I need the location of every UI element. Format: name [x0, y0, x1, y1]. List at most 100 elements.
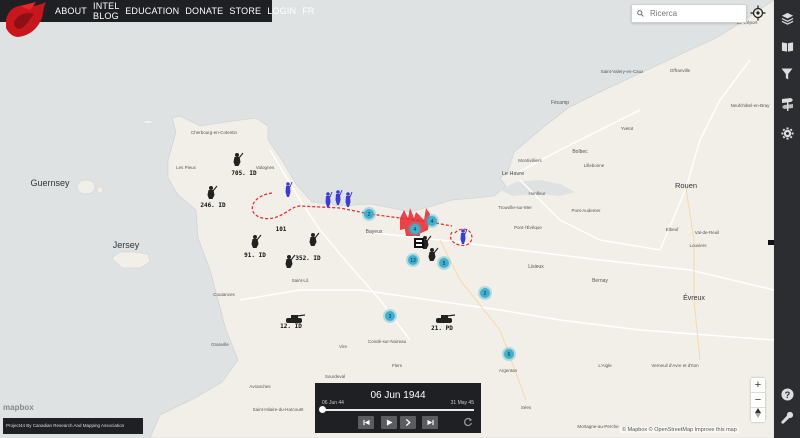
cluster-marker[interactable]: 2 — [362, 207, 376, 221]
place-label: Pont-l'Évêque — [514, 224, 542, 230]
cluster-marker[interactable]: 5 — [437, 256, 451, 270]
place-label: Saint-Hilaire-du-Harcouët — [253, 407, 305, 412]
nav-item-language-fr[interactable]: FR — [299, 6, 317, 16]
place-label: Le Havre — [502, 171, 524, 177]
nav-item-donate[interactable]: DONATE — [182, 6, 226, 16]
cluster-marker[interactable]: 13 — [406, 253, 420, 267]
timeline-end-date: 31 May 45 — [450, 400, 474, 406]
zoom-in-button[interactable]: + — [751, 378, 765, 393]
unit-label[interactable]: 246. ID — [200, 202, 226, 209]
geolocate-icon[interactable] — [750, 5, 766, 21]
place-label: Trouville-sur-Mer — [498, 205, 532, 210]
place-label: Granville — [211, 342, 229, 347]
step-forward-button[interactable] — [400, 416, 416, 429]
place-label: Lillebonne — [584, 163, 605, 168]
place-label: Neufchâtel-en-Bray — [731, 103, 771, 108]
unit-label[interactable]: 705. ID — [231, 170, 257, 177]
place-label: Les Pieux — [176, 165, 197, 170]
cluster-marker[interactable]: 4 — [425, 214, 439, 228]
wrench-icon — [780, 411, 793, 424]
place-label: Flers — [392, 363, 403, 368]
place-label: Offranville — [670, 68, 691, 73]
search-icon — [637, 10, 644, 17]
zoom-controls: + − — [751, 378, 765, 422]
nav-item-education[interactable]: EDUCATION — [122, 6, 182, 16]
svg-text:?: ? — [784, 389, 790, 399]
right-toolbar: ? — [774, 0, 800, 438]
cluster-marker[interactable]: 2 — [478, 286, 492, 300]
hq-icon[interactable] — [414, 238, 424, 248]
island-alderney — [142, 119, 154, 125]
site-logo[interactable] — [0, 0, 50, 40]
cluster-count: 6 — [508, 352, 511, 358]
cluster-marker[interactable]: 6 — [502, 347, 516, 361]
cluster-marker[interactable]: 4 — [408, 222, 422, 236]
cluster-count: 13 — [410, 258, 416, 264]
place-label: Yvetot — [621, 126, 634, 131]
nav-menu: ABOUT INTEL BLOG EDUCATION DONATE STORE … — [52, 0, 318, 22]
place-label: Vire — [339, 344, 347, 349]
timeline-track[interactable] — [322, 409, 474, 411]
place-label: Sées — [521, 405, 532, 410]
place-label: Verneuil d'Avre et d'Iton — [651, 363, 699, 368]
book-icon — [781, 42, 793, 52]
filter-button[interactable] — [779, 66, 795, 82]
place-label: Louviers — [689, 243, 707, 248]
map-attribution[interactable]: © Mapbox © OpenStreetMap Improve this ma… — [620, 427, 739, 433]
cluster-count: 4 — [431, 219, 434, 225]
nav-item-login[interactable]: LOGIN — [264, 6, 299, 16]
place-label: Rouen — [675, 181, 697, 190]
nav-item-about[interactable]: ABOUT — [52, 6, 90, 16]
signpost-button[interactable] — [779, 96, 795, 112]
unit-label[interactable]: 21. PD — [431, 325, 453, 332]
tools-button[interactable] — [779, 409, 795, 425]
place-label: Elbeuf — [666, 227, 680, 232]
mapbox-logo[interactable]: mapbox — [3, 403, 34, 412]
map-canvas[interactable]: Guernsey Jersey Cherbourg-en-Cotentin Bayeu… — [0, 0, 774, 438]
search-input[interactable] — [648, 8, 742, 19]
unit-label[interactable]: 101 — [276, 226, 287, 233]
filter-icon — [781, 68, 793, 80]
play-button[interactable] — [381, 416, 397, 429]
place-label: Bayeux — [366, 229, 383, 235]
place-label: Fécamp — [551, 100, 569, 106]
cluster-marker[interactable]: 3 — [383, 309, 397, 323]
settings-button[interactable] — [779, 125, 795, 141]
signpost-icon — [781, 98, 793, 111]
compass-button[interactable] — [751, 408, 765, 422]
cluster-count: 3 — [389, 314, 392, 320]
place-label: Pont-Audemer — [571, 208, 601, 213]
layers-icon — [781, 12, 793, 25]
credits-bar[interactable]: Project44 By Canadian Research And Mappi… — [3, 418, 143, 434]
layers-button[interactable] — [779, 10, 795, 26]
search-box[interactable] — [631, 4, 747, 23]
place-label: Évreux — [683, 293, 705, 302]
island-guernsey — [76, 179, 96, 195]
zoom-out-button[interactable]: − — [751, 393, 765, 408]
place-label: Saint-Valery-en-Caux — [601, 69, 644, 74]
unit-label[interactable]: 352. ID — [295, 255, 321, 262]
place-label: Saint-Lô — [292, 278, 309, 283]
skip-forward-icon — [426, 419, 434, 426]
place-label: Avranches — [249, 384, 271, 389]
gear-icon — [780, 126, 794, 140]
place-label: L'Aigle — [598, 363, 612, 368]
nav-item-store[interactable]: STORE — [226, 6, 264, 16]
island-sark — [96, 186, 104, 194]
timeline-start-date: 06 Jun 44 — [322, 400, 344, 406]
skip-start-button[interactable] — [358, 416, 374, 429]
timeline-slider-handle[interactable] — [319, 406, 326, 413]
unit-label[interactable]: 12. ID — [280, 323, 302, 330]
nav-item-intel-blog[interactable]: INTEL BLOG — [90, 1, 122, 21]
book-button[interactable] — [779, 39, 795, 55]
help-button[interactable]: ? — [779, 386, 795, 402]
unit-label[interactable]: 91. ID — [244, 252, 266, 259]
place-label: Val-de-Reuil — [695, 230, 719, 235]
cluster-count: 5 — [443, 261, 446, 267]
place-label: Cherbourg-en-Cotentin — [191, 130, 238, 135]
refresh-icon[interactable] — [463, 417, 473, 427]
compass-icon — [755, 408, 761, 418]
place-label: Honfleur — [528, 191, 546, 196]
skip-end-button[interactable] — [422, 416, 438, 429]
place-label: Bolbec — [572, 149, 588, 155]
